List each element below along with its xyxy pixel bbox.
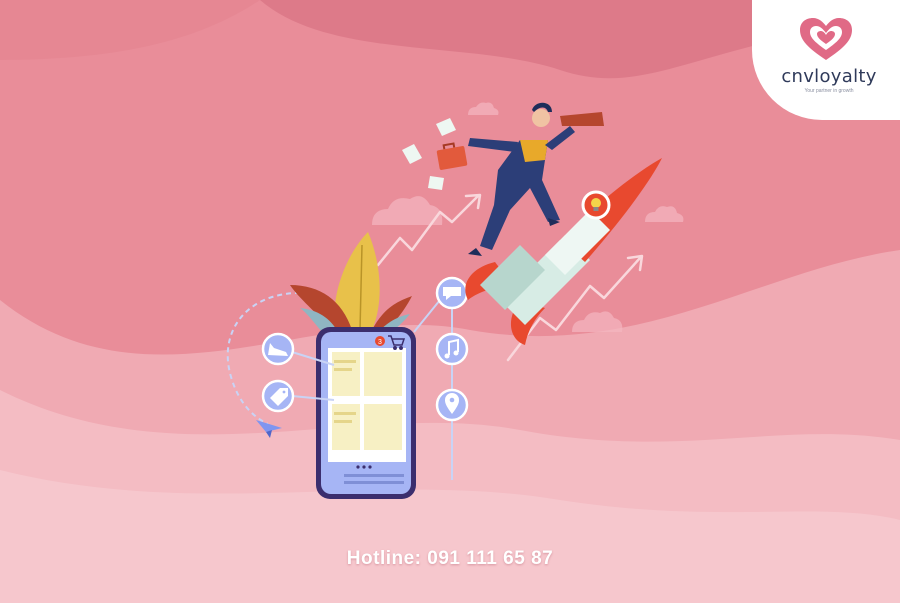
rocket — [465, 158, 662, 345]
smartphone — [316, 327, 416, 499]
notification-count: 3 — [378, 339, 382, 346]
briefcase-icon — [436, 142, 468, 170]
brand-name: cnvloyalty — [781, 66, 877, 87]
chat-bubble-icon — [435, 276, 469, 310]
shoe-icon — [261, 332, 295, 366]
brand-tagline: Your partner in growth — [804, 88, 854, 94]
location-pin-icon — [435, 388, 469, 422]
music-note-icon — [435, 332, 469, 366]
brand-logo-card[interactable]: cnvloyalty Your partner in growth — [752, 0, 900, 120]
price-tag-icon — [261, 379, 295, 413]
heart-logo-icon — [800, 18, 852, 60]
hotline-text[interactable]: Hotline: 091 111 65 87 — [0, 548, 900, 570]
